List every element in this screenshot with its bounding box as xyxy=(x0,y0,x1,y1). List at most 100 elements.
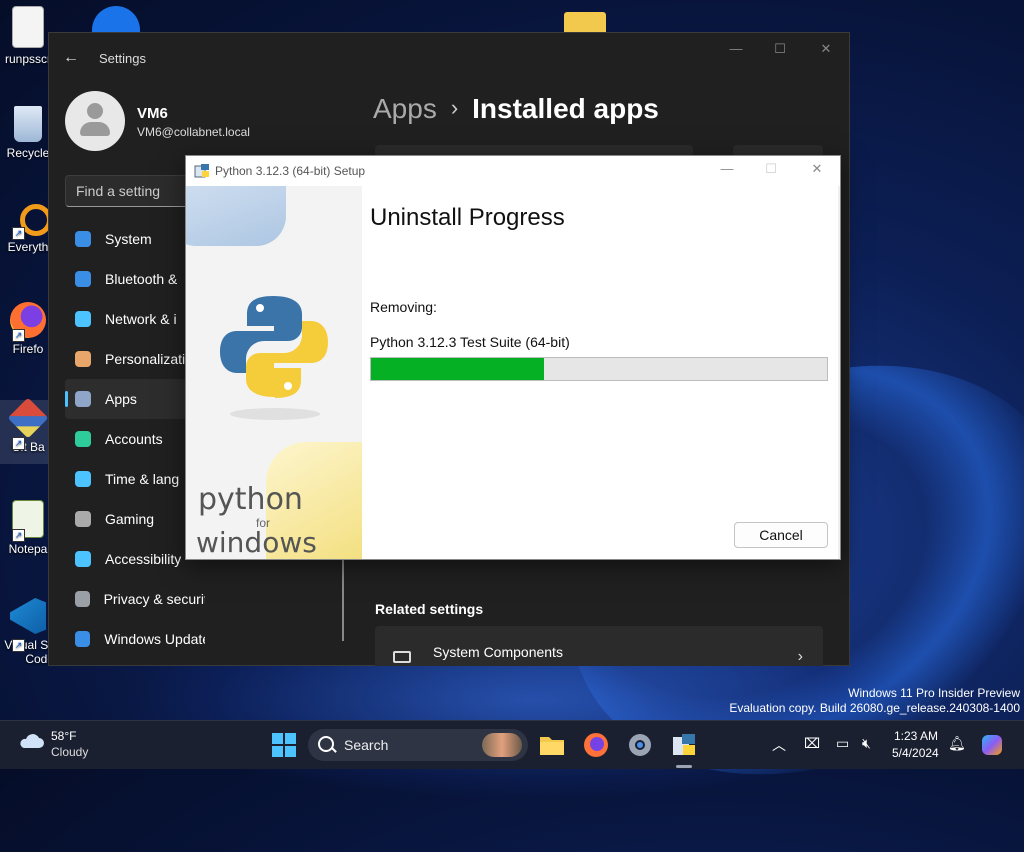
globe-clock-icon xyxy=(75,471,91,487)
dialog-title: Python 3.12.3 (64-bit) Setup xyxy=(215,164,366,178)
network-off-icon[interactable]: ⌧ xyxy=(804,735,820,752)
bluetooth-icon xyxy=(75,271,91,287)
shortcut-arrow-icon: ↗ xyxy=(12,329,25,342)
settings-titlebar: ← Settings — ☐ ✕ xyxy=(49,33,849,83)
profile-email: VM6@collabnet.local xyxy=(137,125,250,139)
scrollbar[interactable] xyxy=(342,559,344,641)
display-icon[interactable]: ▭ xyxy=(836,735,849,752)
sidebar-item-label: Privacy & security xyxy=(103,591,205,607)
weather-temperature[interactable]: 58°F xyxy=(51,729,76,743)
breadcrumb-separator-icon: › xyxy=(450,95,459,120)
minimize-icon[interactable]: — xyxy=(712,161,742,176)
sidebar-item-label: Time & lang xyxy=(105,471,180,487)
python-installer-taskbar-icon[interactable] xyxy=(670,731,698,759)
sidebar-item-gaming[interactable]: Gaming xyxy=(65,499,205,539)
profile-name: VM6 xyxy=(137,105,168,122)
file-explorer-icon[interactable] xyxy=(538,731,566,759)
notification-bell-icon[interactable]: 🔔︎ xyxy=(948,735,966,752)
sidebar-item-label: System xyxy=(105,231,152,247)
search-highlight-icon xyxy=(482,733,522,757)
sidebar-item-accessibility[interactable]: Accessibility xyxy=(65,539,205,579)
page-title: Installed apps xyxy=(472,93,659,124)
back-arrow-icon[interactable]: ← xyxy=(63,49,81,67)
taskbar-search[interactable]: Search xyxy=(308,729,528,761)
settings-gear-icon[interactable] xyxy=(626,731,654,759)
sidebar-item-personalizati[interactable]: Personalizati xyxy=(65,339,205,379)
settings-nav: System Bluetooth & Network & i Personalizat… xyxy=(65,219,205,659)
wifi-icon xyxy=(75,311,91,327)
python-wordmark-windows: windows xyxy=(196,526,317,559)
sidebar-item-label: Bluetooth & xyxy=(105,271,178,287)
weather-condition[interactable]: Cloudy xyxy=(51,745,88,759)
breadcrumb-parent[interactable]: Apps xyxy=(373,93,437,124)
python-branding-panel: python for windows xyxy=(186,186,362,559)
apps-icon xyxy=(75,391,91,407)
close-icon[interactable]: ✕ xyxy=(802,161,832,177)
sidebar-item-time-lang[interactable]: Time & lang xyxy=(65,459,205,499)
search-icon xyxy=(318,736,334,752)
sidebar-item-system[interactable]: System xyxy=(65,219,205,259)
sidebar-item-privacy-security[interactable]: Privacy & security xyxy=(65,579,205,619)
sidebar-item-network-i[interactable]: Network & i xyxy=(65,299,205,339)
shortcut-arrow-icon: ↗ xyxy=(12,639,25,652)
sidebar-item-apps[interactable]: Apps xyxy=(65,379,205,419)
start-windows-icon[interactable] xyxy=(270,731,298,759)
update-icon xyxy=(75,631,91,647)
shortcut-arrow-icon: ↗ xyxy=(12,437,25,450)
chrome-like-icon[interactable] xyxy=(92,6,140,32)
taskbar: 58°F Cloudy Search ︿ ⌧ ▭ 🔇︎ 1:23 AM 5/4/… xyxy=(0,720,1024,769)
window-icon xyxy=(393,651,411,663)
current-item-label: Python 3.12.3 Test Suite (64-bit) xyxy=(370,334,570,350)
gamepad-icon xyxy=(75,511,91,527)
folder-icon[interactable] xyxy=(564,12,606,32)
avatar[interactable] xyxy=(65,91,125,151)
logo-shadow xyxy=(230,408,320,420)
sidebar-item-label: Network & i xyxy=(105,311,177,327)
chevron-up-icon[interactable]: ︿ xyxy=(772,735,786,755)
clock-time[interactable]: 1:23 AM xyxy=(894,729,938,743)
firefox-taskbar-icon[interactable] xyxy=(582,731,610,759)
dialog-heading: Uninstall Progress xyxy=(370,204,565,231)
minimize-icon[interactable]: — xyxy=(721,41,751,61)
recycle-bin-icon xyxy=(14,106,42,142)
sidebar-item-label: Windows Update xyxy=(104,631,205,647)
removing-label: Removing: xyxy=(370,299,437,315)
cloud-icon[interactable] xyxy=(18,733,44,749)
related-settings-heading: Related settings xyxy=(375,601,484,617)
system-components-link[interactable]: System Components › xyxy=(375,626,823,666)
cancel-button[interactable]: Cancel xyxy=(734,522,828,548)
sidebar-item-label: Apps xyxy=(105,391,137,407)
copilot-icon[interactable] xyxy=(980,733,1004,757)
uninstall-progress-bar xyxy=(370,357,828,381)
git-bash-icon xyxy=(7,397,49,439)
watermark-line-2: Evaluation copy. Build 26080.ge_release.… xyxy=(729,701,1020,715)
progress-fill xyxy=(371,358,545,380)
python-installer-icon xyxy=(194,164,209,178)
maximize-icon: ☐ xyxy=(765,161,777,176)
accessibility-icon xyxy=(75,551,91,567)
sidebar-item-bluetooth[interactable]: Bluetooth & xyxy=(65,259,205,299)
avatar-body xyxy=(80,122,110,136)
sidebar-item-label: Personalizati xyxy=(105,351,186,367)
clock-date[interactable]: 5/4/2024 xyxy=(892,746,939,760)
vscode-icon xyxy=(10,598,46,634)
maximize-icon[interactable]: ☐ xyxy=(765,41,795,61)
close-icon[interactable]: ✕ xyxy=(811,41,841,61)
breadcrumb: Apps › Installed apps xyxy=(373,93,659,125)
watermark-line-1: Windows 11 Pro Insider Preview xyxy=(848,686,1020,700)
settings-title: Settings xyxy=(99,51,146,66)
sidebar-item-accounts[interactable]: Accounts xyxy=(65,419,205,459)
dialog-content: Uninstall Progress Removing: Python 3.12… xyxy=(362,186,838,559)
chevron-right-icon: › xyxy=(797,648,803,665)
decorative-blue-shape xyxy=(186,186,286,246)
volume-muted-icon[interactable]: 🔇︎ xyxy=(862,735,871,752)
script-file-icon xyxy=(12,6,44,48)
related-item-label: System Components xyxy=(433,644,563,660)
avatar-head xyxy=(87,103,103,119)
sidebar-item-label: Accessibility xyxy=(105,551,182,567)
monitor-icon xyxy=(75,231,91,247)
shield-icon xyxy=(75,591,90,607)
dialog-titlebar: Python 3.12.3 (64-bit) Setup — ☐ ✕ xyxy=(186,156,840,186)
sidebar-item-label: Accounts xyxy=(105,431,163,447)
sidebar-item-windows-update[interactable]: Windows Update xyxy=(65,619,205,659)
